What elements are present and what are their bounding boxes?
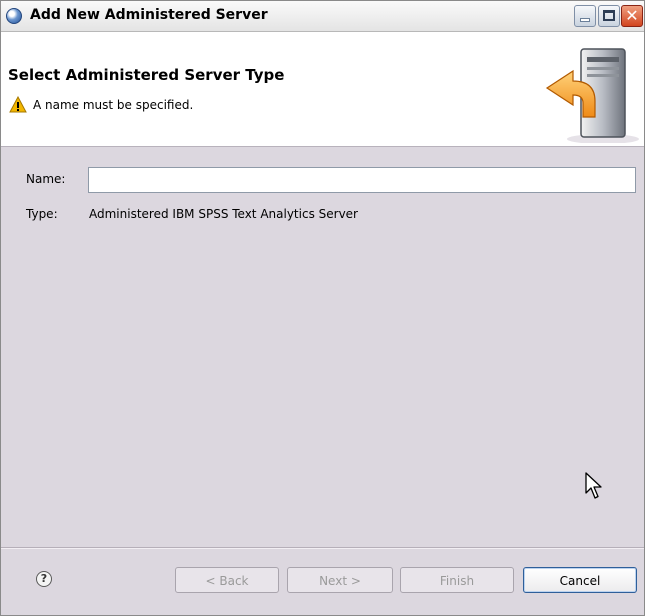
status-message-text: A name must be specified. [33,98,194,112]
minimize-button[interactable] [574,5,596,27]
cancel-button[interactable]: Cancel [523,567,637,593]
server-add-wizard-icon [545,48,639,143]
type-value: Administered IBM SPSS Text Analytics Ser… [89,207,358,221]
maximize-icon [603,10,615,21]
next-button[interactable]: Next > [287,567,393,593]
help-icon[interactable]: ? [36,571,52,587]
close-icon: ✕ [625,6,639,25]
add-server-dialog: Add New Administered Server ✕ Select Adm… [0,0,645,616]
footer-divider [1,547,644,549]
finish-button[interactable]: Finish [400,567,514,593]
title-bar[interactable]: Add New Administered Server ✕ [1,1,644,32]
name-label: Name: [26,172,66,186]
page-title: Select Administered Server Type [8,66,285,84]
wizard-header: Select Administered Server Type A name m… [1,32,644,147]
window-title: Add New Administered Server [30,7,268,23]
app-icon [6,8,22,24]
name-input[interactable] [88,167,636,193]
maximize-button[interactable] [598,5,620,27]
minimize-icon [581,19,589,21]
mouse-pointer-icon [585,472,602,499]
warning-icon [9,96,27,113]
type-label: Type: [26,207,58,221]
close-button[interactable]: ✕ [621,5,643,27]
back-button[interactable]: < Back [175,567,279,593]
